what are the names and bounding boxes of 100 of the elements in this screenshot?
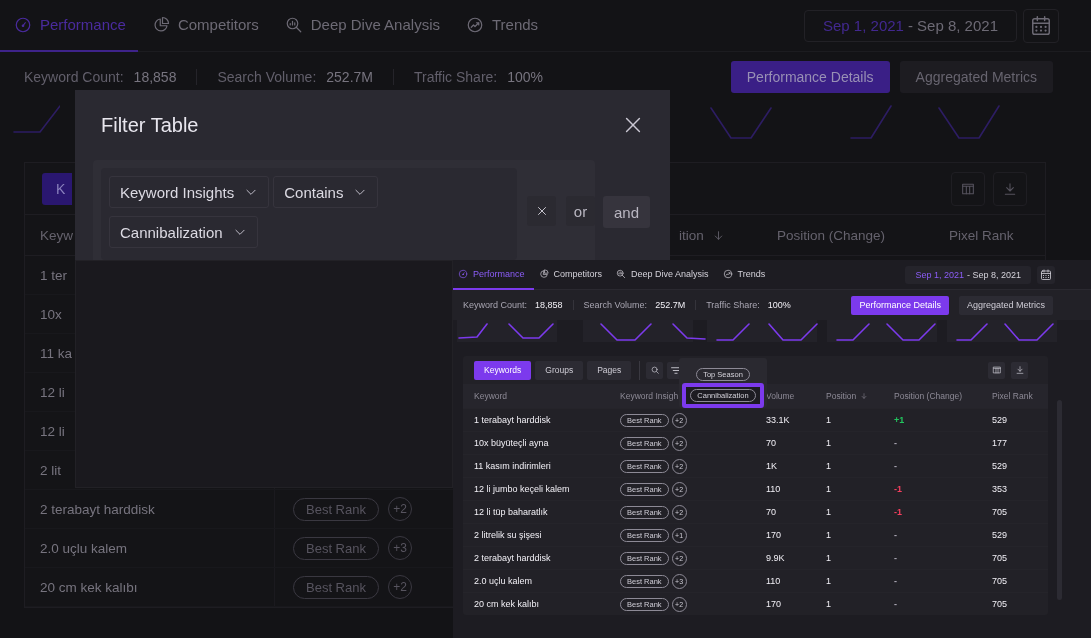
column-settings-button[interactable] bbox=[988, 361, 1005, 379]
trend-icon bbox=[465, 15, 484, 34]
pie-chart-icon bbox=[151, 15, 170, 34]
table-cell-text: 33.1K bbox=[765, 415, 791, 425]
magnifier-chart-icon bbox=[284, 15, 303, 34]
trend-icon bbox=[722, 268, 733, 279]
table-cell-text: 705 bbox=[991, 576, 1009, 586]
table-cell: 11 ka bbox=[40, 345, 73, 361]
download-icon bbox=[1002, 180, 1018, 197]
calendar-icon bbox=[1040, 268, 1052, 281]
download-button[interactable] bbox=[1011, 361, 1028, 379]
table-cell-text: 70 bbox=[765, 438, 777, 448]
table-cell: 2.0 uçlu kalem bbox=[40, 540, 128, 556]
table-cell-text: 705 bbox=[991, 553, 1009, 563]
date-range-picker[interactable]: Sep 1, 2021 - Sep 8, 2021 bbox=[804, 9, 1017, 42]
table-cell-text: 12 li tüp baharatlık bbox=[473, 507, 549, 517]
table-cell-text: 110 bbox=[765, 484, 782, 494]
table-cell-text: 10x büyüteçli ayna bbox=[473, 438, 550, 448]
table-cell-text: 12 li jumbo keçeli kalem bbox=[473, 484, 571, 494]
search-button[interactable] bbox=[646, 361, 664, 379]
table-cell: - bbox=[894, 530, 897, 540]
dropdown-select[interactable]: Keyword Insights bbox=[109, 176, 270, 208]
nav-tab[interactable]: Deep Dive Analysis bbox=[270, 0, 452, 52]
view-toggle-button[interactable]: Performance Details bbox=[730, 61, 890, 93]
nav-tab[interactable]: Trends bbox=[451, 0, 551, 52]
table-cell-text: 1 bbox=[825, 507, 832, 517]
gauge-icon bbox=[14, 15, 32, 34]
segment-tab[interactable]: Groups bbox=[535, 360, 584, 380]
table-cell: 10x bbox=[40, 306, 62, 322]
column-header[interactable]: ition bbox=[655, 215, 765, 255]
table-cell-text: 2 terabayt harddisk bbox=[473, 553, 552, 563]
table-cell-text: 529 bbox=[991, 415, 1009, 425]
nav-tab[interactable]: Competitors bbox=[137, 0, 271, 52]
and-button[interactable]: and bbox=[603, 196, 651, 228]
table-cell: 12 li bbox=[40, 423, 65, 439]
column-header[interactable]: Position (Change) bbox=[883, 391, 981, 401]
segment-button[interactable]: K bbox=[42, 172, 72, 205]
stat-value: 100% bbox=[767, 300, 791, 310]
or-button[interactable]: or bbox=[566, 196, 595, 226]
stat-label: Traffic Share: bbox=[706, 300, 760, 310]
table-cell-text: 1K bbox=[765, 461, 778, 471]
table-cell-text: 1 bbox=[825, 415, 832, 425]
table-cell-text: 705 bbox=[991, 507, 1009, 517]
stat-label: Keyword Count: bbox=[24, 69, 124, 85]
table-cell: +1 bbox=[894, 415, 905, 425]
table-cell-text: 1 bbox=[825, 461, 832, 471]
calendar-icon bbox=[1030, 14, 1052, 37]
dropdown-select[interactable]: Contains bbox=[273, 176, 379, 208]
table-cell: - bbox=[894, 461, 897, 471]
filter-icon bbox=[670, 366, 681, 374]
table-cell-text: 705 bbox=[991, 599, 1009, 609]
table-cell: -1 bbox=[894, 484, 902, 494]
magnifier-chart-icon bbox=[616, 268, 627, 279]
calendar-button[interactable] bbox=[1037, 265, 1055, 284]
table-cell: 20 cm kek kalıbı bbox=[40, 579, 138, 595]
stat-label: Search Volume: bbox=[217, 69, 317, 85]
segment-tab[interactable]: Keywords bbox=[474, 360, 532, 380]
dialog-title: Filter Table bbox=[101, 113, 199, 137]
column-header[interactable]: Position (Change) bbox=[765, 215, 935, 255]
table-cell-text: 1 bbox=[825, 576, 832, 586]
table-cell-text: 1 bbox=[825, 438, 832, 448]
table-cell-text: 529 bbox=[991, 461, 1009, 471]
view-toggle-button[interactable]: Aggregated Metrics bbox=[899, 61, 1053, 93]
search-icon bbox=[649, 365, 660, 375]
columns-icon bbox=[991, 365, 1002, 375]
table-cell-text: 20 cm kek kalıbı bbox=[473, 599, 541, 609]
stat-value: 18,858 bbox=[535, 300, 563, 310]
nav-tab[interactable]: Trends bbox=[717, 260, 775, 290]
dropdown-select[interactable]: Cannibalization bbox=[109, 216, 258, 248]
table-cell-text: 1 bbox=[825, 553, 832, 563]
nav-tab[interactable]: Deep Dive Analysis bbox=[611, 260, 718, 290]
date-range-picker[interactable]: Sep 1, 2021 - Sep 8, 2021 bbox=[905, 265, 1031, 284]
table-cell: - bbox=[894, 553, 897, 563]
column-header[interactable]: Pixel Rank bbox=[935, 215, 1014, 255]
stat-label: Search Volume: bbox=[583, 300, 648, 310]
table-cell-text: 170 bbox=[765, 530, 783, 540]
stat-label: Keyword Count: bbox=[463, 300, 528, 310]
column-header[interactable]: Keyword bbox=[463, 391, 609, 401]
segment-tab[interactable]: Pages bbox=[587, 360, 632, 380]
pie-chart-icon bbox=[538, 268, 549, 279]
table-cell: - bbox=[894, 599, 897, 609]
table-cell: 2 terabayt harddisk bbox=[40, 501, 155, 517]
table-cell: 2 lit bbox=[40, 462, 61, 478]
nav-tab[interactable]: Competitors bbox=[533, 260, 612, 290]
stat-value: 252.7M bbox=[326, 69, 373, 85]
column-header[interactable]: Pixel Rank bbox=[981, 391, 1048, 401]
stat-label: Traffic Share: bbox=[414, 69, 498, 85]
gauge-icon bbox=[458, 268, 468, 279]
table-cell-text: 1 terabayt harddisk bbox=[473, 415, 552, 425]
column-header[interactable]: Position bbox=[815, 391, 883, 401]
table-cell: 1 ter bbox=[40, 267, 67, 283]
stat-value: 252.7M bbox=[655, 300, 686, 310]
table-cell-text: 353 bbox=[991, 484, 1009, 494]
view-toggle-button[interactable]: Aggregated Metrics bbox=[958, 295, 1053, 315]
table-cell-text: 170 bbox=[765, 599, 783, 609]
calendar-button[interactable] bbox=[1023, 8, 1059, 43]
table-cell: - bbox=[894, 438, 897, 448]
download-icon bbox=[1014, 365, 1025, 375]
view-toggle-button[interactable]: Performance Details bbox=[851, 295, 949, 315]
table-cell: 12 li bbox=[40, 384, 65, 400]
